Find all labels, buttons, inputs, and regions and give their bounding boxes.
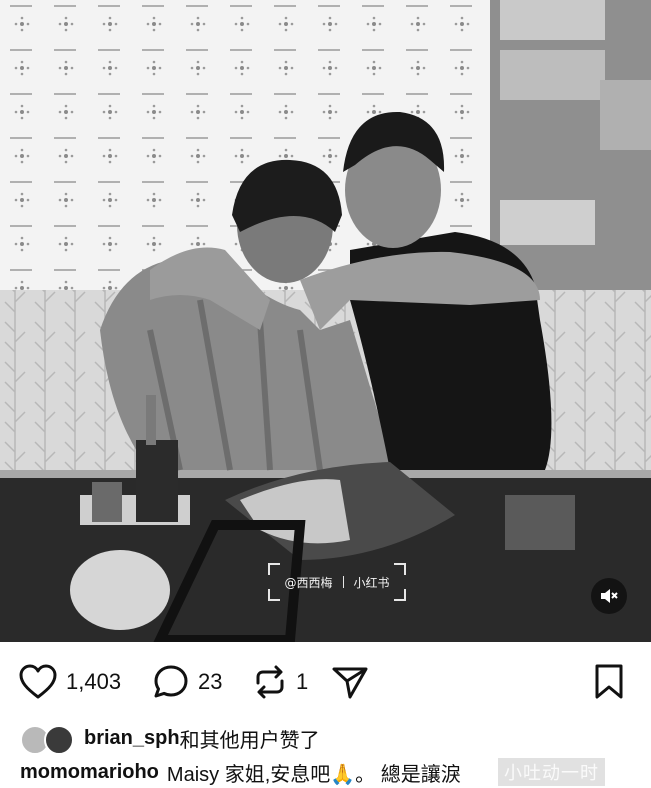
bookmark-icon <box>595 664 623 699</box>
liker-avatars <box>20 723 76 755</box>
repost-icon <box>256 665 284 699</box>
overlay-watermark: 小吐动一时 <box>498 758 605 786</box>
repost-button[interactable]: 1 <box>252 656 308 708</box>
mute-button[interactable] <box>591 578 627 614</box>
author-username[interactable]: momomarioho <box>20 761 159 784</box>
watermark-handle: @西西梅 <box>284 575 333 590</box>
comment-bubble-icon <box>154 665 188 698</box>
share-button[interactable] <box>330 656 370 708</box>
liker-username[interactable]: brian_sph <box>84 727 180 750</box>
watermark-divider <box>342 576 344 588</box>
avatar[interactable] <box>44 725 74 755</box>
comments-count: 23 <box>198 669 223 694</box>
save-button[interactable] <box>592 656 626 708</box>
photo-illustration <box>0 0 651 642</box>
heart-icon <box>19 664 57 699</box>
caption-text: Maisy 家姐,安息吧🙏。 總是讓淚 <box>166 763 461 786</box>
reposts-count: 1 <box>296 669 309 694</box>
send-icon <box>332 667 368 699</box>
xiaohongshu-watermark: @西西梅 小红书 <box>268 563 406 601</box>
likes-summary: brian_sph 和其他用户赞了 <box>20 720 320 756</box>
likes-count: 1,403 <box>66 669 122 694</box>
action-bar: 1,403 23 1 <box>0 656 651 708</box>
comment-button[interactable]: 23 <box>152 656 222 708</box>
speaker-muted-icon <box>601 589 618 603</box>
watermark-app-name: 小红书 <box>353 575 390 590</box>
likes-suffix: 和其他用户赞了 <box>179 729 320 752</box>
like-button[interactable]: 1,403 <box>18 656 121 708</box>
post-photo[interactable]: @西西梅 小红书 <box>0 0 651 642</box>
